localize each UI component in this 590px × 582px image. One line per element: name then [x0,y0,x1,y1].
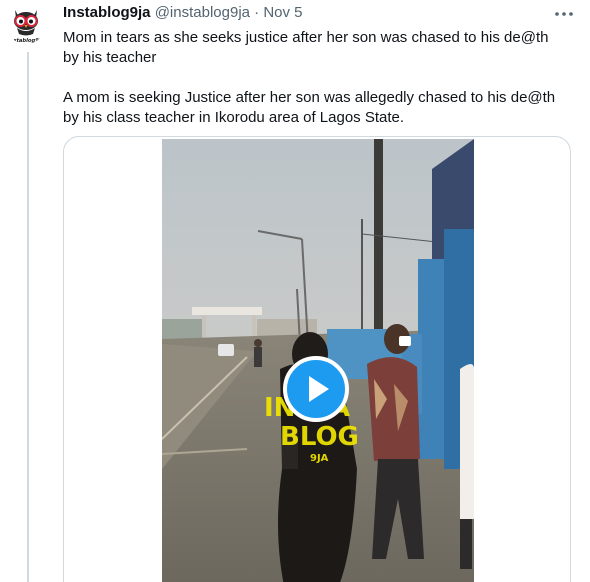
avatar-column: instablog9ja [6,4,50,44]
video-watermark-line: 9JA [310,453,329,464]
media-container[interactable]: INSTA BLOG 9JA [63,136,571,582]
author-handle[interactable]: @instablog9ja [155,4,250,21]
avatar[interactable]: instablog9ja [6,4,46,44]
tweet-timestamp[interactable]: Nov 5 [263,4,302,21]
tweet-paragraph: A mom is seeking Justice after her son w… [63,89,556,126]
video-watermark-line: BLOG [280,422,359,452]
tweet-paragraph: Mom in tears as she seeks justice after … [63,29,549,66]
more-options-button[interactable] [552,2,576,26]
play-icon [309,376,329,402]
author-display-name[interactable]: Instablog9ja [63,4,151,21]
more-horizontal-icon [555,12,573,16]
tweet-text: Mom in tears as she seeks justice after … [63,28,568,128]
avatar-caption-graphic: instablog9ja [8,38,45,44]
thread-connector-line [27,52,29,582]
play-button[interactable] [283,356,349,422]
svg-text:instablog9ja: instablog9ja [8,38,45,44]
tweet-header: Instablog9ja @instablog9ja · Nov 5 [63,3,303,23]
tweet[interactable]: instablog9ja Instablog9ja @instablog9ja … [0,0,590,582]
header-separator: · [254,4,260,21]
